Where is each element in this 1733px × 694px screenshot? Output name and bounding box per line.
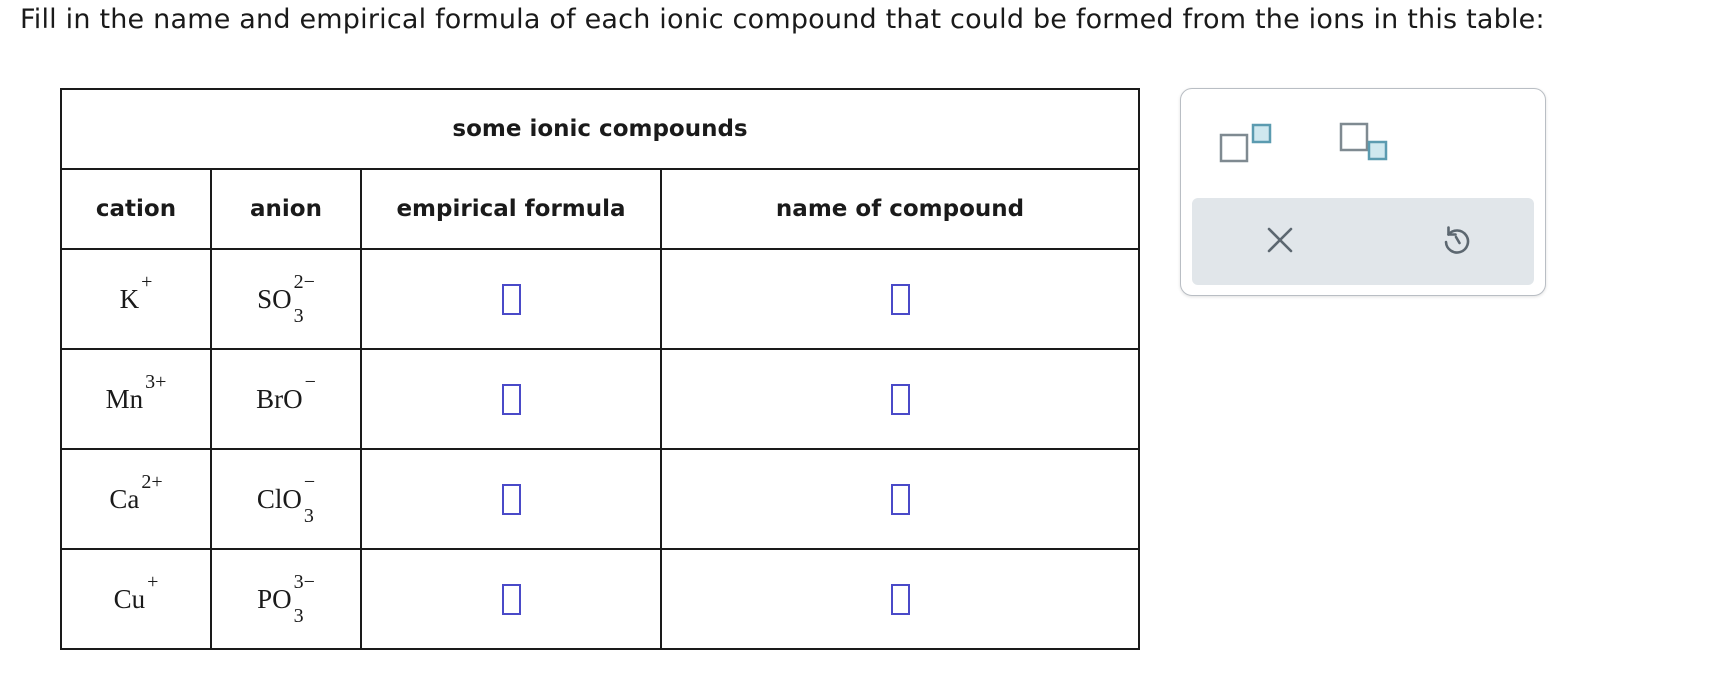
- anion-subscript: 3: [303, 505, 314, 527]
- cation-cell: Cu + 0: [60, 548, 212, 650]
- header-cation: cation: [60, 168, 212, 250]
- formula-cell: [360, 548, 662, 650]
- empirical-formula-input[interactable]: [501, 383, 521, 415]
- anion-subscript: 3: [293, 605, 304, 627]
- cation-symbol: Mn: [105, 383, 144, 414]
- cation-charge: 3+: [145, 371, 167, 393]
- ionic-compounds-table: some ionic compounds cation anion empiri…: [59, 88, 1141, 650]
- compound-name-input[interactable]: [890, 283, 910, 315]
- anion-symbol: SO: [257, 283, 292, 314]
- superscript-box-icon: [1216, 113, 1280, 173]
- compound-name-input[interactable]: [890, 483, 910, 515]
- cation-ion: Cu + 0: [113, 572, 159, 619]
- cation-ion: K + 0: [119, 272, 153, 319]
- anion-symbol: BrO: [256, 383, 303, 414]
- formula-cell: [360, 448, 662, 550]
- anion-ion: BrO − 0: [256, 372, 316, 419]
- anion-charge: 3−: [293, 571, 315, 593]
- cation-cell: Mn 3+ 0: [60, 348, 212, 450]
- anion-cell: BrO − 0: [210, 348, 362, 450]
- cation-symbol: Cu: [113, 583, 146, 614]
- cation-cell: K + 0: [60, 248, 212, 350]
- anion-cell: ClO − 3: [210, 448, 362, 550]
- compound-name-input[interactable]: [890, 583, 910, 615]
- name-cell: [659, 248, 1141, 350]
- header-empirical-formula: empirical formula: [360, 168, 662, 250]
- name-cell: [659, 348, 1141, 450]
- empirical-formula-input[interactable]: [501, 483, 521, 515]
- table-row: Ca 2+ 0 ClO − 3: [60, 448, 1141, 550]
- cation-charge: +: [147, 571, 159, 593]
- anion-charge: −: [304, 371, 316, 393]
- formula-cell: [360, 348, 662, 450]
- header-anion: anion: [210, 168, 362, 250]
- table-row: K + 0 SO 2− 3: [60, 248, 1141, 350]
- superscript-button[interactable]: [1216, 113, 1280, 173]
- x-icon: [1265, 225, 1295, 259]
- anion-symbol: PO: [257, 583, 292, 614]
- action-bar: [1192, 198, 1534, 285]
- anion-symbol: ClO: [256, 483, 302, 514]
- question-prompt: Fill in the name and empirical formula o…: [20, 4, 1545, 35]
- empirical-formula-input[interactable]: [501, 583, 521, 615]
- name-cell: [659, 448, 1141, 550]
- table-row: Cu + 0 PO 3− 3: [60, 548, 1141, 650]
- undo-icon: [1439, 223, 1473, 261]
- cation-symbol: K: [119, 283, 140, 314]
- anion-cell: SO 2− 3: [210, 248, 362, 350]
- compound-name-input[interactable]: [890, 383, 910, 415]
- table-row: Mn 3+ 0 BrO − 0: [60, 348, 1141, 450]
- cation-symbol: Ca: [109, 483, 140, 514]
- header-name-of-compound: name of compound: [659, 168, 1141, 250]
- subscript-box-icon: [1336, 113, 1400, 173]
- anion-ion: ClO − 3: [256, 472, 315, 526]
- anion-charge: 2−: [293, 271, 315, 293]
- name-cell: [659, 548, 1141, 650]
- anion-ion: SO 2− 3: [257, 272, 315, 326]
- cation-ion: Ca 2+ 0: [109, 472, 162, 519]
- empirical-formula-input[interactable]: [501, 283, 521, 315]
- cation-ion: Mn 3+ 0: [105, 372, 167, 419]
- formula-tool-panel: [1180, 88, 1546, 296]
- undo-button[interactable]: [1428, 214, 1484, 270]
- formula-cell: [360, 248, 662, 350]
- cation-charge: 2+: [141, 471, 163, 493]
- cation-cell: Ca 2+ 0: [60, 448, 212, 550]
- anion-cell: PO 3− 3: [210, 548, 362, 650]
- table-title: some ionic compounds: [59, 88, 1141, 170]
- subscript-button[interactable]: [1336, 113, 1400, 173]
- anion-charge: −: [303, 471, 316, 493]
- anion-ion: PO 3− 3: [257, 572, 315, 626]
- anion-subscript: 3: [293, 305, 304, 327]
- cation-charge: +: [141, 271, 153, 293]
- clear-button[interactable]: [1252, 214, 1308, 270]
